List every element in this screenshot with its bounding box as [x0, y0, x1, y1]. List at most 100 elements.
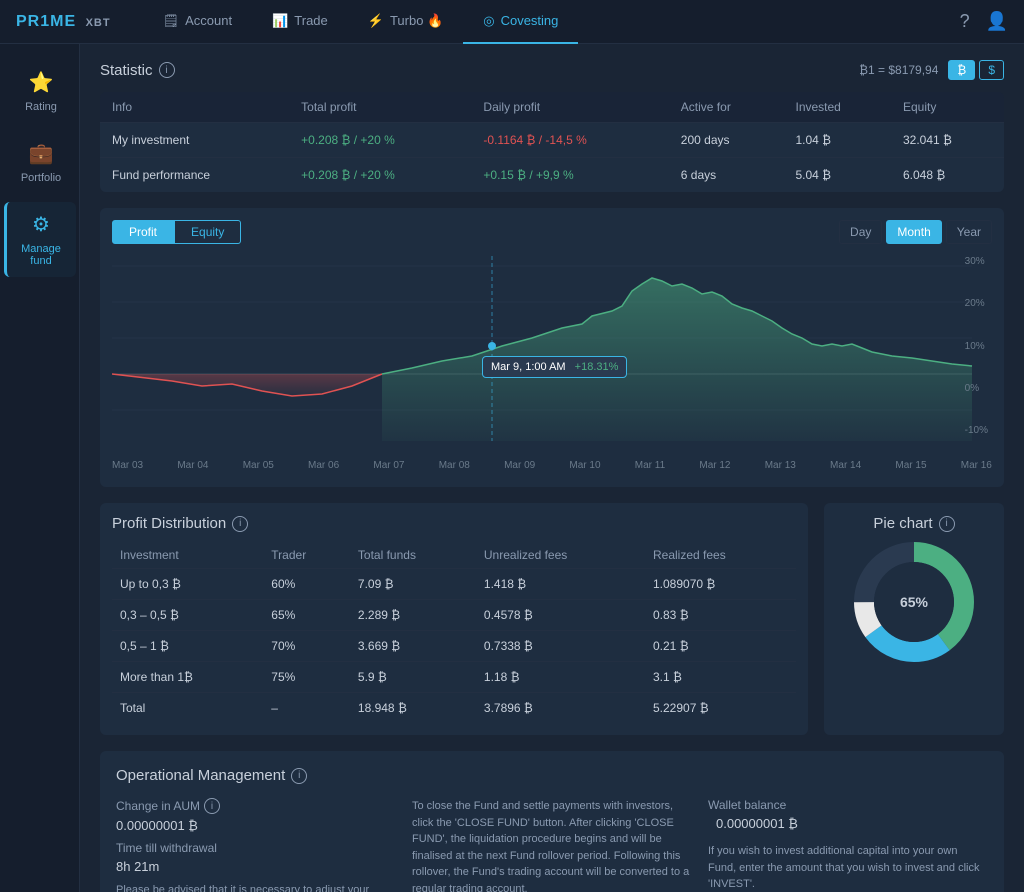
- nav-trade[interactable]: 📊 Trade: [252, 0, 348, 44]
- logo-prime: PR: [16, 13, 40, 30]
- dist-investment: Total: [112, 693, 263, 724]
- manage-fund-icon: ⚙: [32, 212, 50, 237]
- dist-unrealized: 0.4578 ₿: [476, 600, 645, 631]
- x-label: Mar 15: [895, 460, 926, 471]
- dist-unrealized: 3.7896 ₿: [476, 693, 645, 724]
- time-buttons: Day Month Year: [839, 220, 992, 244]
- dist-total: 5.9 ₿: [350, 662, 476, 693]
- col-invested: Invested: [783, 92, 891, 123]
- statistic-header: Statistic i ₿1 = $8179,94 ₿ $: [100, 60, 1004, 80]
- cell-total-profit: +0.208 ₿ / +20 %: [289, 158, 471, 193]
- chart-type-buttons: Profit Equity: [112, 220, 241, 244]
- col-total-profit: Total profit: [289, 92, 471, 123]
- dist-unrealized: 0.7338 ₿: [476, 631, 645, 662]
- sidebar-item-rating[interactable]: ⭐ Rating: [4, 60, 76, 123]
- sidebar-item-portfolio[interactable]: 💼 Portfolio: [4, 131, 76, 194]
- dist-realized: 5.22907 ₿: [645, 693, 796, 724]
- top-navigation: PR1ME XBT 🗒 Account 📊 Trade ⚡ Turbo 🔥 ◎ …: [0, 0, 1024, 44]
- dist-realized: 1.089070 ₿: [645, 569, 796, 600]
- table-header-row: Info Total profit Daily profit Active fo…: [100, 92, 1004, 123]
- col-daily-profit: Daily profit: [471, 92, 668, 123]
- day-btn[interactable]: Day: [839, 220, 882, 244]
- dist-investment: More than 1₿: [112, 662, 263, 693]
- x-label: Mar 07: [373, 460, 404, 471]
- help-icon[interactable]: ?: [960, 11, 970, 32]
- sidebar: ⭐ Rating 💼 Portfolio ⚙ Manage fund: [0, 44, 80, 892]
- cell-equity: 32.041 ₿: [891, 123, 1004, 158]
- chart-tooltip: Mar 9, 1:00 AM +18.31%: [482, 356, 627, 378]
- chart-svg: [112, 256, 992, 441]
- x-label: Mar 04: [177, 460, 208, 471]
- x-label: Mar 11: [635, 460, 665, 471]
- dist-trader: 60%: [263, 569, 350, 600]
- dist-realized: 3.1 ₿: [645, 662, 796, 693]
- year-btn[interactable]: Year: [946, 220, 992, 244]
- op-note: Please be advised that it is necessary t…: [116, 882, 396, 892]
- pie-chart-info-icon[interactable]: i: [939, 516, 955, 532]
- logo-1: 1: [40, 13, 50, 30]
- chart-x-labels: Mar 03Mar 04Mar 05Mar 06Mar 07Mar 08Mar …: [112, 456, 992, 475]
- sidebar-portfolio-label: Portfolio: [21, 172, 61, 184]
- tooltip-date: Mar 9, 1:00 AM: [491, 361, 566, 373]
- nav-turbo-label: Turbo 🔥: [390, 13, 443, 29]
- chart-container: Profit Equity Day Month Year 30% 20% 10%…: [100, 208, 1004, 487]
- table-row: Fund performance +0.208 ₿ / +20 % +0.15 …: [100, 158, 1004, 193]
- x-label: Mar 05: [243, 460, 274, 471]
- operational-title: Operational Management i: [116, 767, 988, 784]
- op-grid: Change in AUM i 0.00000001 ₿ Time till w…: [116, 798, 988, 892]
- aum-info-icon[interactable]: i: [204, 798, 220, 814]
- table-row: My investment +0.208 ₿ / +20 % -0.1164 ₿…: [100, 123, 1004, 158]
- cell-equity: 6.048 ₿: [891, 158, 1004, 193]
- usd-currency-btn[interactable]: $: [979, 60, 1004, 80]
- dist-total: 2.289 ₿: [350, 600, 476, 631]
- nav-covesting-label: Covesting: [501, 13, 559, 28]
- statistic-info-icon[interactable]: i: [159, 62, 175, 78]
- dist-header-row: Investment Trader Total funds Unrealized…: [112, 542, 796, 569]
- sidebar-rating-label: Rating: [25, 101, 57, 113]
- trade-icon: 📊: [272, 13, 288, 29]
- x-label: Mar 06: [308, 460, 339, 471]
- dist-realized: 0.21 ₿: [645, 631, 796, 662]
- dist-col-unrealized: Unrealized fees: [476, 542, 645, 569]
- profit-chart-btn[interactable]: Profit: [112, 220, 174, 244]
- col-info: Info: [100, 92, 289, 123]
- cell-info: My investment: [100, 123, 289, 158]
- x-label: Mar 08: [439, 460, 470, 471]
- operational-info-icon[interactable]: i: [291, 768, 307, 784]
- cell-invested: 1.04 ₿: [783, 123, 891, 158]
- tooltip-value: +18.31%: [575, 361, 619, 373]
- dist-investment: Up to 0,3 ₿: [112, 569, 263, 600]
- nav-covesting[interactable]: ◎ Covesting: [463, 0, 578, 44]
- portfolio-icon: 💼: [29, 141, 54, 166]
- profit-dist-info-icon[interactable]: i: [232, 516, 248, 532]
- dist-col-investment: Investment: [112, 542, 263, 569]
- month-btn[interactable]: Month: [886, 220, 941, 244]
- x-label: Mar 12: [699, 460, 730, 471]
- op-col-aum: Change in AUM i 0.00000001 ₿ Time till w…: [116, 798, 396, 892]
- dist-table: Investment Trader Total funds Unrealized…: [112, 542, 796, 723]
- op-col-invest: Wallet balance 0.00000001 ₿ If you wish …: [708, 798, 988, 892]
- dist-investment: 0,5 – 1 ₿: [112, 631, 263, 662]
- dist-trader: 75%: [263, 662, 350, 693]
- nav-turbo[interactable]: ⚡ Turbo 🔥: [348, 0, 463, 44]
- equity-chart-btn[interactable]: Equity: [174, 220, 241, 244]
- cell-info: Fund performance: [100, 158, 289, 193]
- y-10: 10%: [965, 341, 988, 352]
- dist-total: 18.948 ₿: [350, 693, 476, 724]
- dist-total: 3.669 ₿: [350, 631, 476, 662]
- x-label: Mar 13: [765, 460, 796, 471]
- nav-account[interactable]: 🗒 Account: [143, 0, 253, 44]
- logo: PR1ME XBT: [16, 13, 111, 31]
- cell-daily-profit: +0.15 ₿ / +9,9 %: [471, 158, 668, 193]
- op-col-close: To close the Fund and settle payments wi…: [412, 798, 692, 892]
- sidebar-item-manage-fund[interactable]: ⚙ Manage fund: [4, 202, 76, 277]
- y-neg10: -10%: [965, 425, 988, 436]
- x-label: Mar 16: [961, 460, 992, 471]
- cell-daily-profit: -0.1164 ₿ / -14,5 %: [471, 123, 668, 158]
- dist-row: Total – 18.948 ₿ 3.7896 ₿ 5.22907 ₿: [112, 693, 796, 724]
- btc-currency-btn[interactable]: ₿: [948, 60, 975, 80]
- y-axis-labels: 30% 20% 10% 0% -10%: [965, 256, 988, 436]
- dist-col-realized: Realized fees: [645, 542, 796, 569]
- user-icon[interactable]: 👤: [986, 11, 1008, 32]
- pie-chart-section: Pie chart i 65%: [824, 503, 1004, 735]
